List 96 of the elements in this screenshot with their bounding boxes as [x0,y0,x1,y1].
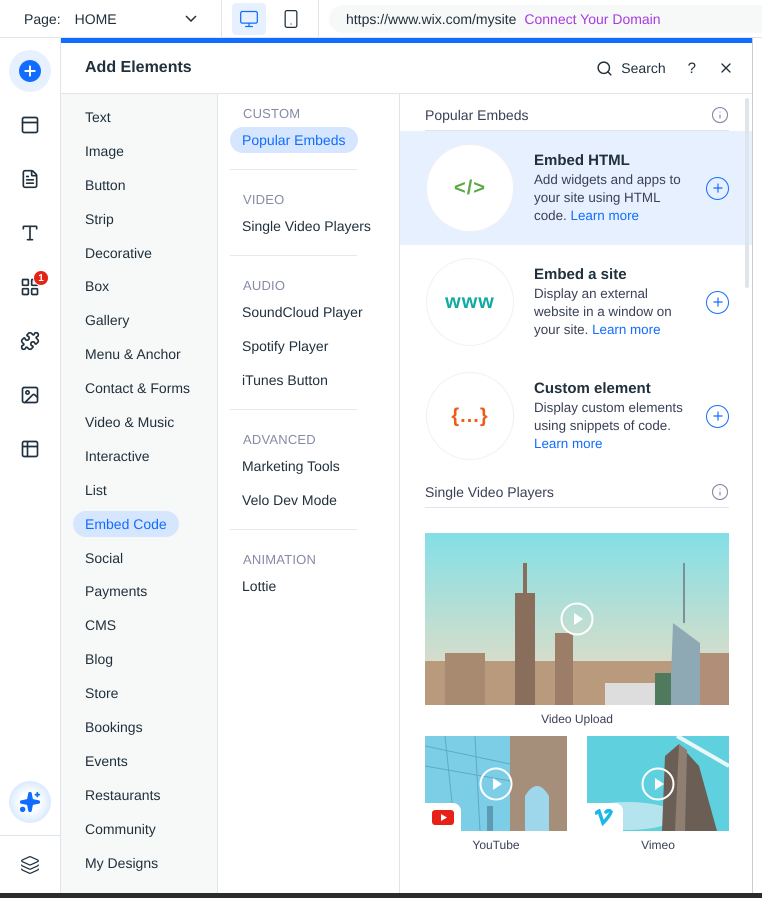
apps-button[interactable]: 1 [9,266,51,308]
embed-title: Embed HTML [534,152,631,168]
monitor-icon [239,8,259,28]
section-heading: ANIMATION [242,552,318,567]
video-player-option[interactable]: YouTube [425,736,567,852]
category-item[interactable]: Menu & Anchor [73,341,193,368]
subcategory-item[interactable]: SoundCloud Player [230,299,375,325]
video-label: Vimeo [641,838,675,852]
ai-assistant-button[interactable] [9,781,51,823]
section-heading: CUSTOM [242,106,302,121]
scrollbar[interactable] [745,98,749,288]
add-button[interactable] [9,50,51,92]
group-title: Single Video Players [425,484,554,500]
subcategory-item[interactable]: Spotify Player [230,333,340,359]
plus-icon [710,295,724,309]
sparkle-icon [19,791,41,813]
category-item[interactable]: Restaurants [73,782,172,808]
learn-more-link[interactable]: Learn more [592,322,661,336]
add-icon [19,60,41,82]
group-title: Popular Embeds [425,107,529,123]
table-icon [20,439,40,459]
category-item[interactable]: Gallery [73,307,142,334]
category-item[interactable]: Text [73,104,123,130]
info-icon[interactable] [711,106,729,124]
category-item[interactable]: Button [73,172,138,198]
design-icon [20,223,40,243]
search-icon [596,60,614,76]
category-item[interactable]: Decorative [73,240,164,266]
subcategory-item[interactable]: Velo Dev Mode [230,487,349,513]
page-label: Page: [24,10,61,26]
learn-more-link[interactable]: Learn more [570,208,639,222]
site-url: https://www.wix.com/mysite [346,10,516,26]
notification-badge: 1 [33,270,49,286]
subcategory-item[interactable]: Lottie [230,573,288,599]
play-icon [641,766,675,800]
category-item[interactable]: My Designs [73,850,170,876]
connect-domain-link[interactable]: Connect Your Domain [524,10,661,26]
play-logo-icon [432,810,454,824]
embed-description: Display an external website in a window on your site. Learn more [534,284,673,338]
category-item[interactable]: CMS [73,612,128,638]
embed-description: Display custom elements using snippets of code. Learn more [534,398,684,452]
subcategory-item[interactable]: Single Video Players [230,213,383,239]
layers-icon [20,854,40,874]
section-heading: AUDIO [242,278,286,293]
play-icon [560,602,594,636]
category-item[interactable]: Contact & Forms [73,375,202,402]
image-icon [20,385,40,405]
sections-icon [20,115,40,135]
subcategory-item[interactable]: iTunes Button [230,367,340,393]
page-dropdown[interactable]: HOME [74,10,197,26]
category-item[interactable]: Bookings [73,714,155,740]
search-button[interactable]: Search [596,60,666,76]
puzzle-icon [20,331,40,351]
video-label: Video Upload [541,712,613,726]
category-item[interactable]: List [73,476,119,503]
page-icon [20,169,40,189]
chevron-down-icon [185,15,197,22]
category-item[interactable]: Strip [73,206,126,232]
video-player-option[interactable]: Video Upload [425,533,729,726]
subcategory-item[interactable]: Marketing Tools [230,453,352,479]
info-icon[interactable] [711,483,729,501]
category-item[interactable]: Interactive [73,442,162,469]
add-element-button[interactable] [706,404,729,428]
embed-title: Custom element [534,380,652,396]
subcategory-item[interactable]: Popular Embeds [230,127,358,153]
category-item[interactable]: Events [73,748,140,774]
plus-icon [710,181,724,195]
category-item[interactable]: Social [73,544,136,571]
video-label: YouTube [472,838,520,852]
embed-thumbnail: {...} [426,372,514,460]
video-player-option[interactable]: Vimeo [587,736,729,852]
category-item[interactable]: Video & Music [73,409,186,436]
apps-icon [20,277,40,297]
plus-icon [710,409,724,423]
embed-item[interactable]: </> Embed HTML Add widgets and apps to your site using HTML code. Learn more [400,131,752,245]
panel-title: Add Elements [85,59,193,77]
category-item[interactable]: Embed Code [73,510,179,537]
embed-description: Add widgets and apps to your site using HTML code. Learn more [534,170,682,224]
help-button[interactable]: ? [688,60,696,76]
v-logo-icon [595,808,615,826]
embed-thumbnail: </> [426,144,514,232]
add-element-button[interactable] [706,176,729,200]
category-item[interactable]: Payments [73,578,160,604]
desktop-view-button[interactable] [232,2,266,34]
embed-thumbnail: www [426,258,514,346]
learn-more-link[interactable]: Learn more [534,436,602,450]
embed-title: Embed a site [534,266,628,282]
section-heading: ADVANCED [242,432,317,447]
category-item[interactable]: Store [73,680,130,706]
add-element-button[interactable] [706,290,729,314]
play-icon [479,766,513,800]
category-item[interactable]: Image [73,138,136,164]
category-item[interactable]: Community [73,816,168,842]
category-item[interactable]: Box [73,273,122,300]
section-heading: VIDEO [242,192,286,207]
category-item[interactable]: Blog [73,646,126,672]
